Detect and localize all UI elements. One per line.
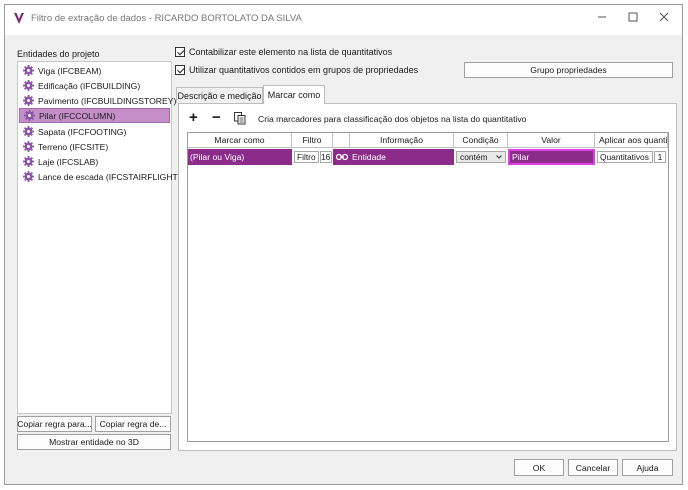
copy-icon[interactable] (234, 112, 246, 125)
cell-condicao[interactable]: contém (454, 149, 508, 165)
minimize-icon (598, 16, 606, 18)
ok-button[interactable]: OK (514, 459, 564, 476)
link-icon (335, 153, 348, 161)
dialog-window: Filtro de extração de dados - RICARDO BO… (4, 4, 683, 485)
gear-icon (23, 141, 34, 152)
col-header-informacao[interactable]: Informação (350, 133, 454, 148)
gear-icon (23, 95, 34, 106)
entity-label: Pavimento (IFCBUILDINGSTOREY) (38, 95, 177, 106)
close-icon (659, 12, 669, 22)
col-header-marcar-como[interactable]: Marcar como (188, 133, 292, 148)
filtro-field[interactable]: Filtro (294, 151, 319, 163)
entity-label: Edificação (IFCBUILDING) (38, 80, 141, 91)
entity-list[interactable]: Viga (IFCBEAM) Edificação (IFCBUILDING) … (17, 61, 181, 414)
title-bar: Filtro de extração de dados - RICARDO BO… (5, 5, 682, 35)
maximize-button[interactable] (619, 9, 647, 29)
cell-valor[interactable]: Pilar (508, 149, 595, 165)
entity-item-pilar[interactable]: Pilar (IFCCOLUMN) (19, 108, 170, 123)
condicao-dropdown[interactable]: contém (456, 151, 506, 163)
copy-rule-from-button[interactable]: Copiar regra de... (95, 416, 171, 432)
use-property-groups-label: Utilizar quantitativos contidos em grupo… (189, 65, 419, 75)
maximize-icon (628, 12, 638, 22)
cell-aplicar[interactable]: Quantitativos 1 (595, 149, 668, 165)
condicao-value: contém (460, 152, 488, 162)
chevron-down-icon (496, 155, 502, 159)
marcar-como-panel: + − Cria marcadores para classificação d… (178, 103, 677, 451)
marcar-hint: Cria marcadores para classificação dos o… (258, 114, 527, 124)
gear-icon (23, 80, 34, 91)
gear-icon (23, 65, 34, 76)
cell-link[interactable] (333, 149, 350, 165)
entities-label: Entidades do projeto (17, 49, 100, 59)
entity-item-viga[interactable]: Viga (IFCBEAM) (19, 63, 170, 78)
count-in-list-option[interactable]: Contabilizar este elemento na lista de q… (175, 47, 392, 57)
marcar-grid: Marcar como Filtro Informação Condição V… (187, 132, 669, 442)
filtro-number[interactable]: 16 (319, 151, 332, 163)
entity-label: Sapata (IFCFOOTING) (38, 126, 127, 137)
app-logo-icon (14, 13, 24, 24)
count-in-list-checkbox[interactable] (175, 47, 185, 57)
plus-icon[interactable]: + (189, 110, 198, 125)
entity-item-laje[interactable]: Laje (IFCSLAB) (19, 154, 170, 169)
entity-label: Terreno (IFCSITE) (38, 141, 109, 152)
cell-filtro[interactable]: Filtro 16 (292, 149, 333, 165)
entity-item-edificacao[interactable]: Edificação (IFCBUILDING) (19, 78, 170, 93)
show-entity-3d-button[interactable]: Mostrar entidade no 3D (17, 434, 171, 450)
entity-label: Lance de escada (IFCSTAIRFLIGHT) (38, 171, 181, 182)
tab-marcar-como[interactable]: Marcar como (263, 85, 325, 104)
window-title: Filtro de extração de dados - RICARDO BO… (31, 13, 302, 24)
tab-descricao-medicao[interactable]: Descrição e medição (176, 87, 263, 103)
property-group-button[interactable]: Grupo propriedades (464, 62, 673, 78)
help-button[interactable]: Ajuda (622, 459, 673, 476)
col-header-condicao[interactable]: Condição (454, 133, 508, 148)
cell-informacao[interactable]: Entidade (350, 149, 454, 165)
gear-icon (23, 156, 34, 167)
cancel-button[interactable]: Cancelar (568, 459, 618, 476)
gear-icon (24, 110, 35, 121)
entity-item-pavimento[interactable]: Pavimento (IFCBUILDINGSTOREY) (19, 93, 176, 108)
gear-icon (23, 171, 34, 182)
entity-item-sapata[interactable]: Sapata (IFCFOOTING) (19, 124, 170, 139)
entity-label: Laje (IFCSLAB) (38, 156, 99, 167)
cell-marcar-como[interactable]: (Pilar ou Viga) (188, 149, 292, 165)
use-property-groups-checkbox[interactable] (175, 65, 185, 75)
entity-label: Pilar (IFCCOLUMN) (39, 110, 116, 121)
entity-label: Viga (IFCBEAM) (38, 65, 102, 76)
aplicar-number[interactable]: 1 (654, 151, 666, 163)
use-property-groups-option[interactable]: Utilizar quantitativos contidos em grupo… (175, 65, 418, 75)
minus-icon[interactable]: − (212, 110, 221, 125)
entity-item-terreno[interactable]: Terreno (IFCSITE) (19, 139, 170, 154)
col-header-aplicar[interactable]: Aplicar aos quantit (595, 133, 668, 148)
count-in-list-label: Contabilizar este elemento na lista de q… (189, 47, 393, 57)
copy-rule-to-button[interactable]: Copiar regra para... (17, 416, 92, 432)
minimize-button[interactable] (588, 9, 616, 29)
aplicar-field[interactable]: Quantitativos (597, 151, 653, 163)
col-header-filtro[interactable]: Filtro (292, 133, 333, 148)
close-button[interactable] (650, 9, 678, 29)
entity-item-lance-de-escada[interactable]: Lance de escada (IFCSTAIRFLIGHT) (19, 169, 181, 184)
col-header-link (333, 133, 350, 148)
gear-icon (23, 126, 34, 137)
col-header-valor[interactable]: Valor (508, 133, 595, 148)
